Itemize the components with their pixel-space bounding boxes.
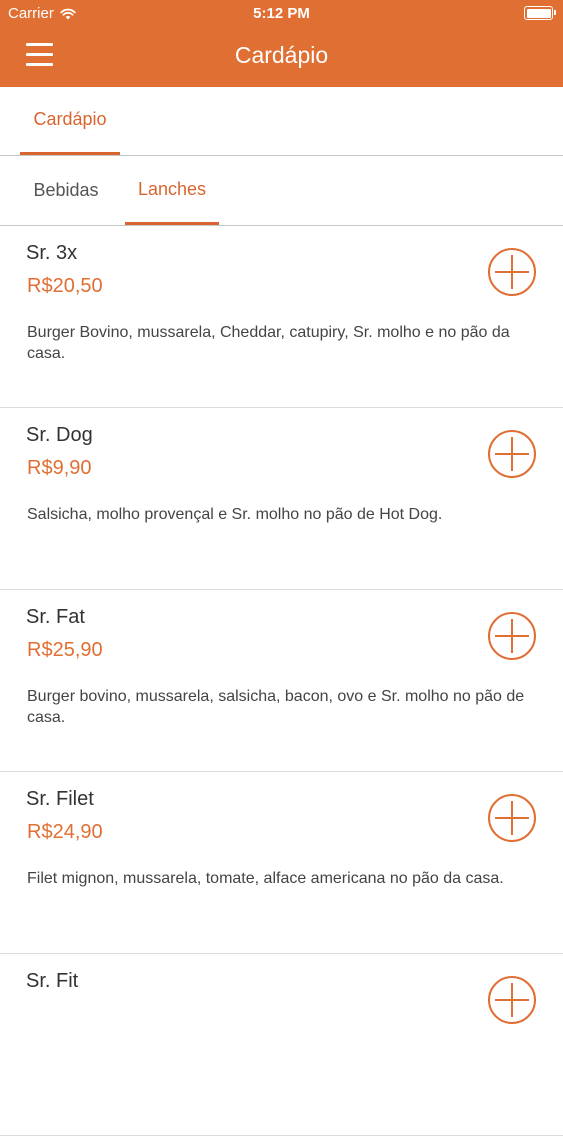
page-title: Cardápio (234, 42, 329, 68)
item-name: Sr. Dog (26, 424, 93, 446)
item-name: Sr. 3x (26, 242, 78, 264)
item-description: Filet mignon, mussarela, tomate, alface … (27, 870, 504, 887)
item-name: Sr. Fat (26, 606, 85, 628)
primary-tab-bar: Cardápio (0, 87, 563, 156)
item-price: R$24,90 (27, 821, 103, 843)
navigation-bar: Carrier 5:12 PM Cardápio (0, 0, 563, 87)
list-item[interactable]: Sr. Fat R$25,90 Burger bovino, mussarela… (0, 590, 563, 772)
plus-circle-icon[interactable] (487, 975, 537, 1025)
item-name: Sr. Fit (26, 970, 79, 992)
tab-cardapio-label: Cardápio (33, 109, 107, 129)
list-item[interactable]: Sr. Fit (0, 954, 563, 1136)
item-description: Salsicha, molho provençal e Sr. molho no… (27, 506, 443, 523)
tab-bebidas-label: Bebidas (33, 180, 99, 200)
tab-lanches[interactable]: Lanches (125, 156, 219, 225)
plus-circle-icon[interactable] (487, 793, 537, 843)
status-time: 5:12 PM (253, 5, 310, 22)
battery-icon (524, 6, 556, 20)
list-item[interactable]: Sr. Dog R$9,90 Salsicha, molho provençal… (0, 408, 563, 590)
category-tab-bar: Bebidas Lanches (0, 156, 563, 226)
item-name: Sr. Filet (26, 788, 94, 810)
plus-circle-icon[interactable] (487, 611, 537, 661)
item-price: R$9,90 (27, 457, 92, 479)
tab-lanches-label: Lanches (137, 178, 207, 199)
item-description: Burger Bovino, mussarela, Cheddar, catup… (27, 324, 510, 362)
item-price: R$20,50 (27, 275, 103, 297)
tab-cardapio[interactable]: Cardápio (20, 87, 120, 155)
plus-circle-icon[interactable] (487, 247, 537, 297)
item-description: Burger bovino, mussarela, salsicha, baco… (27, 688, 525, 726)
list-item[interactable]: Sr. 3x R$20,50 Burger Bovino, mussarela,… (0, 226, 563, 408)
list-item[interactable]: Sr. Filet R$24,90 Filet mignon, mussarel… (0, 772, 563, 954)
plus-circle-icon[interactable] (487, 429, 537, 479)
item-price: R$25,90 (27, 639, 103, 661)
tab-bebidas[interactable]: Bebidas (20, 156, 112, 225)
